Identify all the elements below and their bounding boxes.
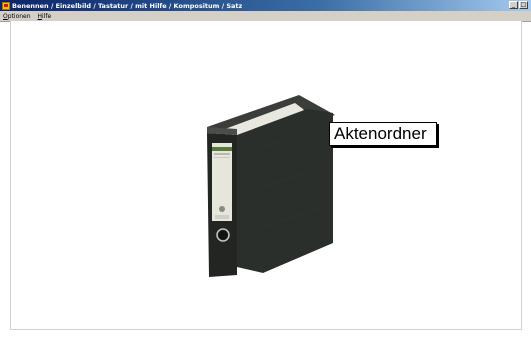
menu-optionen[interactable]: Optionen (3, 13, 31, 20)
title-bar: Benennen / Einzelbild / Tastatur / mit H… (0, 0, 531, 11)
window-title: Benennen / Einzelbild / Tastatur / mit H… (12, 1, 243, 10)
binder-image (203, 95, 335, 277)
menu-hilfe[interactable]: Hilfe (38, 13, 52, 20)
word-text: Aktenordner (334, 124, 427, 143)
folder-app-icon[interactable] (2, 1, 10, 10)
maximize-button[interactable]: □ (519, 1, 528, 9)
window-buttons: _ □ (509, 1, 528, 9)
minimize-button[interactable]: _ (509, 1, 518, 9)
word-label: Aktenordner (329, 122, 437, 146)
binder-illustration (207, 95, 335, 277)
